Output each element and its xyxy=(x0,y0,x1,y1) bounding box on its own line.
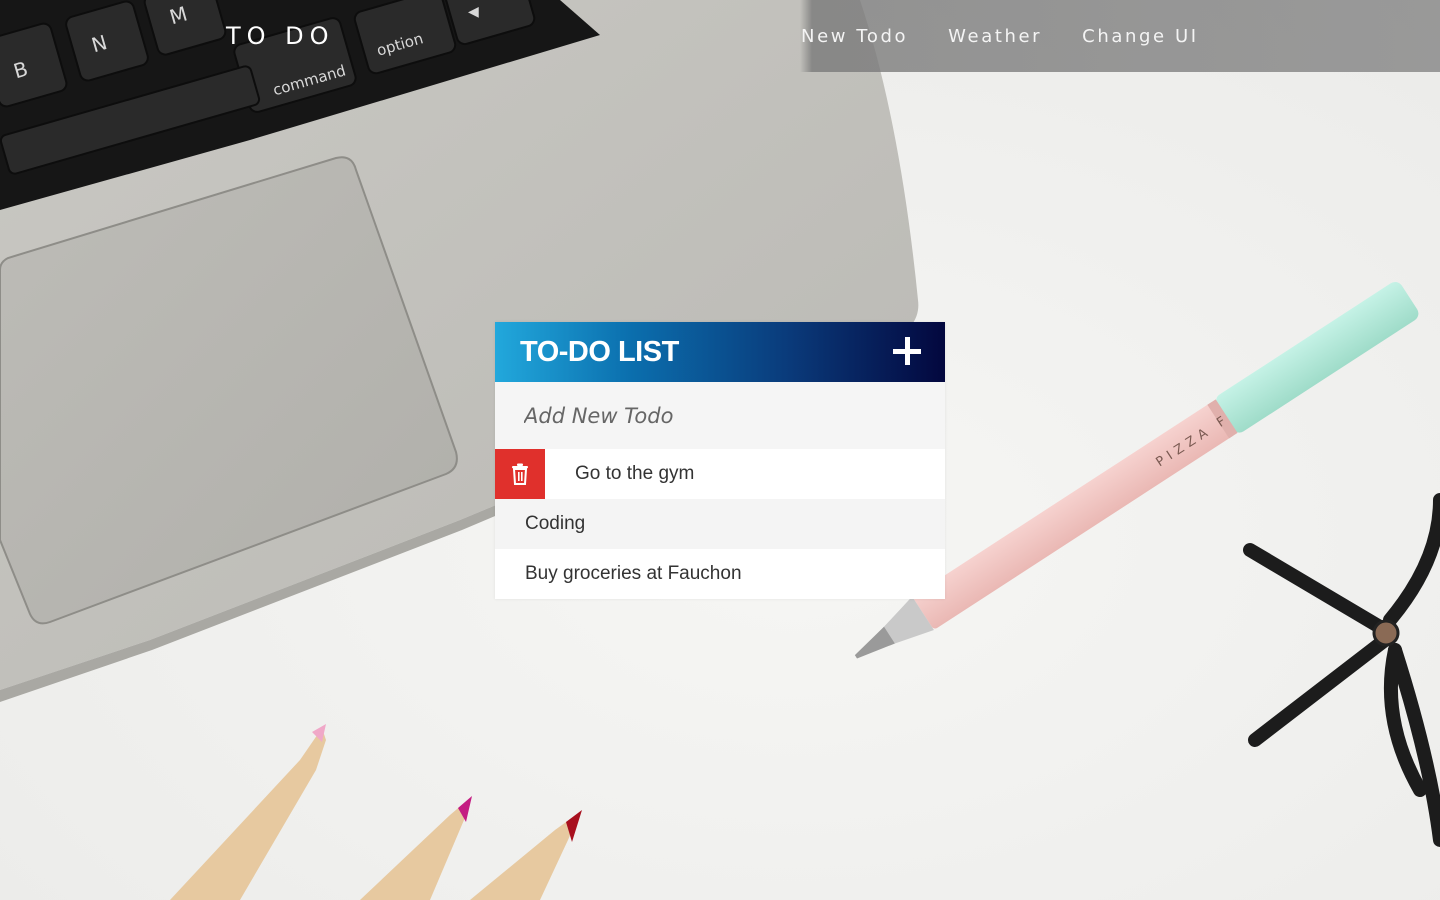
todo-title: TO-DO LIST xyxy=(520,336,679,368)
todo-item-text: Buy groceries at Fauchon xyxy=(525,563,742,584)
todo-item-text: Go to the gym xyxy=(575,463,695,484)
trash-icon xyxy=(512,463,528,485)
todo-header: TO-DO LIST xyxy=(495,322,945,382)
todo-item[interactable]: Buy groceries at Fauchon xyxy=(495,549,945,599)
todo-item[interactable]: Coding xyxy=(495,499,945,549)
brand-logo[interactable]: TO DO xyxy=(226,22,335,50)
nav-change-ui[interactable]: Change UI xyxy=(1082,26,1199,47)
todo-item-text: Coding xyxy=(525,513,586,534)
nav-new-todo[interactable]: New Todo xyxy=(801,26,908,47)
top-navbar: TO DO New Todo Weather Change UI xyxy=(0,0,1440,72)
todo-item[interactable]: Go to the gym xyxy=(495,449,945,499)
nav-weather[interactable]: Weather xyxy=(948,26,1042,47)
plus-icon[interactable] xyxy=(891,335,923,367)
main-nav: New Todo Weather Change UI xyxy=(801,26,1239,47)
todo-card: TO-DO LIST Go to the gym Coding Buy groc… xyxy=(495,322,945,599)
new-todo-input[interactable] xyxy=(495,382,945,449)
todo-list: Go to the gym Coding Buy groceries at Fa… xyxy=(495,449,945,599)
delete-button[interactable] xyxy=(495,449,545,499)
